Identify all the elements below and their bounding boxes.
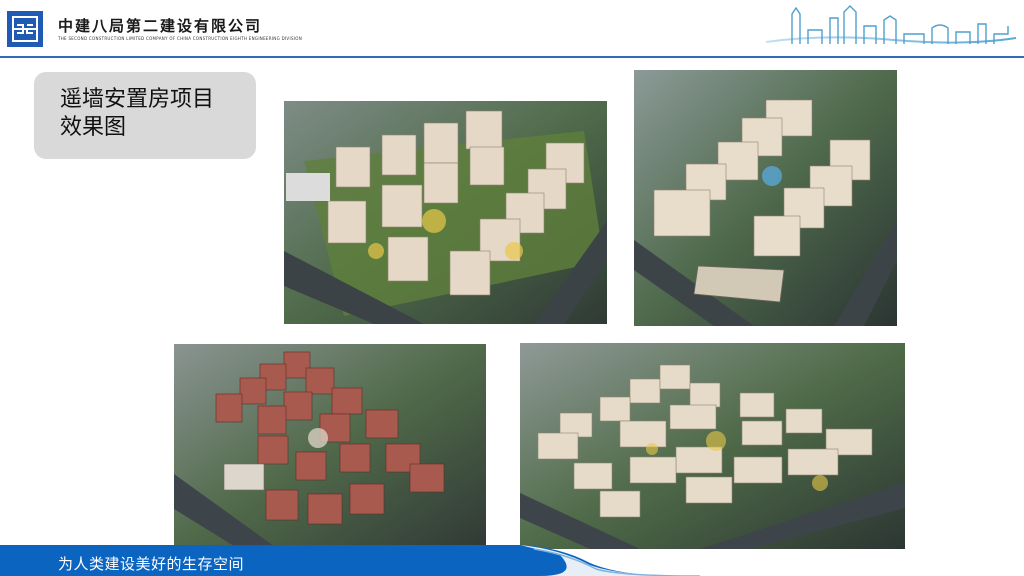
city-skyline-icon	[764, 4, 1018, 54]
aerial-rendering-image	[634, 70, 897, 326]
header-bar: 中建八局第二建设有限公司 THE SECOND CONSTRUCTION LIM…	[0, 0, 1024, 56]
footer-slogan: 为人类建设美好的生存空间	[58, 555, 245, 573]
page-title: 遥墙安置房项目 效果图	[60, 86, 250, 142]
cscec-logo-icon	[7, 11, 43, 47]
aerial-rendering-image	[520, 343, 905, 549]
header-divider	[0, 56, 1024, 58]
page-title-line-1: 遥墙安置房项目	[60, 87, 215, 112]
title-box: 遥墙安置房项目 效果图	[34, 72, 256, 159]
page-title-line-2: 效果图	[60, 115, 127, 140]
aerial-rendering-image	[284, 101, 607, 324]
company-name: 中建八局第二建设有限公司	[58, 17, 263, 35]
aerial-rendering-image	[174, 344, 486, 546]
company-name-en: THE SECOND CONSTRUCTION LIMITED COMPANY …	[58, 36, 302, 41]
